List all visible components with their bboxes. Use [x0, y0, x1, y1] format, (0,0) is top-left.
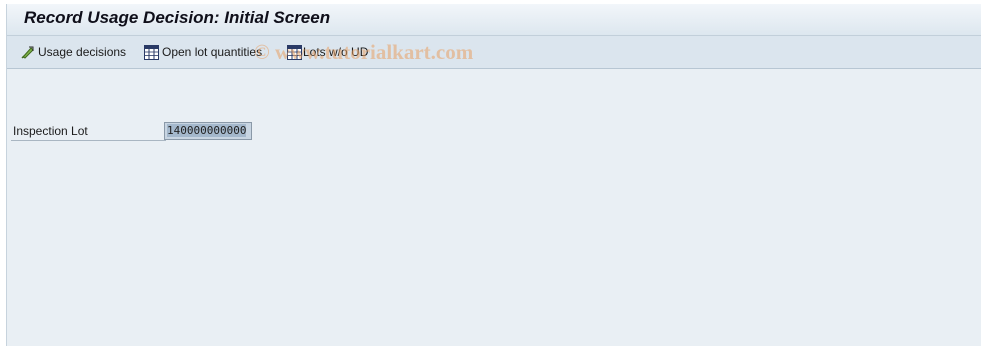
usage-decisions-label: Usage decisions [38, 45, 127, 59]
field-divider [11, 140, 166, 141]
inspection-lot-input[interactable]: 140000000000 [164, 122, 252, 140]
usage-decisions-button[interactable]: Usage decisions [20, 44, 126, 60]
open-lot-quantities-button[interactable]: Open lot quantities [144, 44, 262, 60]
title-bar: Record Usage Decision: Initial Screen [7, 4, 981, 36]
inspection-lot-label: Inspection Lot [13, 124, 88, 138]
lots-without-ud-button[interactable]: Lots w/o UD [287, 44, 368, 60]
inspection-lot-value: 140000000000 [167, 124, 247, 137]
inspection-lot-row: Inspection Lot 140000000000 [11, 121, 256, 141]
open-lot-quantities-label: Open lot quantities [162, 45, 263, 59]
page-title: Record Usage Decision: Initial Screen [24, 8, 331, 27]
usage-decision-icon [20, 45, 35, 60]
lots-without-ud-label: Lots w/o UD [303, 45, 369, 59]
sap-main-window: Record Usage Decision: Initial Screen Us… [6, 4, 981, 346]
application-toolbar: Usage decisions Open lot quantities Lots… [7, 36, 981, 69]
table-grid-icon [287, 44, 302, 60]
table-grid-icon [144, 44, 159, 60]
